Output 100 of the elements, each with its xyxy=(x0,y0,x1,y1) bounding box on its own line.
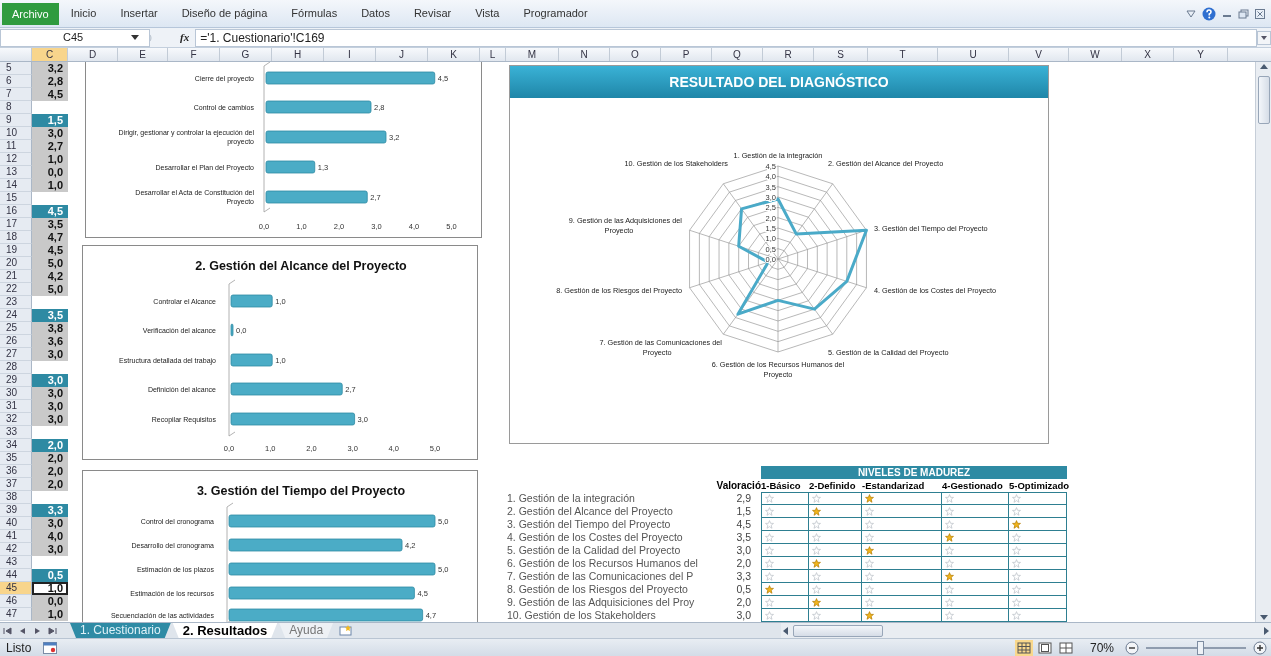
column-header[interactable]: E xyxy=(118,48,168,61)
insert-function-button[interactable]: fx xyxy=(152,29,196,46)
score-cell[interactable]: 2,0 xyxy=(32,478,68,491)
first-sheet-icon[interactable] xyxy=(3,627,12,635)
score-cell[interactable]: 0,0 xyxy=(32,166,68,179)
row-header[interactable]: 16 xyxy=(0,205,32,218)
next-sheet-icon[interactable] xyxy=(33,627,42,635)
score-cell[interactable]: 3,2 xyxy=(32,62,68,75)
score-cell[interactable]: 5,0 xyxy=(32,257,68,270)
score-cell[interactable]: 1,0 xyxy=(32,608,68,621)
column-header[interactable]: W xyxy=(1069,48,1122,61)
score-cell[interactable]: 0,0 xyxy=(32,595,68,608)
row-header[interactable]: 40 xyxy=(0,517,32,530)
row-header[interactable]: 11 xyxy=(0,140,32,153)
column-header[interactable]: R xyxy=(763,48,814,61)
row-header[interactable]: 39 xyxy=(0,504,32,517)
page-break-view-button[interactable] xyxy=(1056,639,1075,656)
row-header[interactable]: 34 xyxy=(0,439,32,452)
score-cell[interactable]: 1,0 xyxy=(32,582,68,595)
row-header[interactable]: 10 xyxy=(0,127,32,140)
row-header[interactable]: 15 xyxy=(0,192,32,205)
row-header[interactable]: 35 xyxy=(0,452,32,465)
row-header[interactable]: 42 xyxy=(0,543,32,556)
row-header[interactable]: 19 xyxy=(0,244,32,257)
column-header[interactable]: T xyxy=(868,48,938,61)
row-header[interactable]: 46 xyxy=(0,595,32,608)
column-header[interactable]: Y xyxy=(1174,48,1228,61)
score-cell[interactable]: 2,8 xyxy=(32,75,68,88)
score-cell[interactable]: 3,0 xyxy=(32,127,68,140)
row-header[interactable]: 7 xyxy=(0,88,32,101)
row-header[interactable]: 17 xyxy=(0,218,32,231)
score-cell[interactable]: 3,0 xyxy=(32,400,68,413)
score-cell[interactable]: 2,0 xyxy=(32,465,68,478)
score-cell[interactable]: 4,5 xyxy=(32,88,68,101)
column-header[interactable]: O xyxy=(610,48,661,61)
caret-icon[interactable] xyxy=(131,34,140,41)
ribbon-tab[interactable]: Vista xyxy=(463,5,512,22)
row-header[interactable]: 23 xyxy=(0,296,32,309)
row-header[interactable]: 25 xyxy=(0,322,32,335)
row-header[interactable]: 13 xyxy=(0,166,32,179)
column-header[interactable]: H xyxy=(272,48,324,61)
page-layout-view-button[interactable] xyxy=(1035,639,1054,656)
column-header[interactable]: C xyxy=(32,48,68,61)
row-header[interactable]: 26 xyxy=(0,335,32,348)
column-header[interactable]: Q xyxy=(712,48,763,61)
ribbon-tab[interactable]: Revisar xyxy=(401,5,464,22)
score-cell[interactable]: 3,6 xyxy=(32,335,68,348)
score-cell[interactable]: 4,7 xyxy=(32,231,68,244)
score-cell[interactable]: 3,0 xyxy=(32,387,68,400)
column-header[interactable]: L xyxy=(480,48,506,61)
column-header[interactable]: V xyxy=(1009,48,1069,61)
score-cell[interactable]: 2,0 xyxy=(32,452,68,465)
ribbon-tab[interactable]: Fórmulas xyxy=(279,5,350,22)
expand-icon[interactable] xyxy=(1257,30,1271,45)
scrollbar-thumb[interactable] xyxy=(793,624,883,637)
name-box[interactable]: C45 xyxy=(0,28,150,47)
close-icon[interactable] xyxy=(1255,8,1265,19)
row-header[interactable]: 8 xyxy=(0,101,32,114)
score-cell[interactable]: 3,0 xyxy=(32,348,68,361)
last-sheet-icon[interactable] xyxy=(48,627,57,635)
vertical-scrollbar[interactable] xyxy=(1255,62,1271,622)
column-header[interactable]: U xyxy=(938,48,1009,61)
row-header[interactable]: 28 xyxy=(0,361,32,374)
score-cell[interactable]: 1,0 xyxy=(32,179,68,192)
ribbon-tab[interactable]: Insertar xyxy=(108,5,170,22)
section-score-cell[interactable]: 3,0 xyxy=(32,374,68,387)
row-header[interactable]: 21 xyxy=(0,270,32,283)
column-header[interactable]: F xyxy=(168,48,220,61)
column-header[interactable]: N xyxy=(559,48,610,61)
section-score-cell[interactable]: 0,5 xyxy=(32,569,68,582)
row-header[interactable]: 9 xyxy=(0,114,32,127)
row-header[interactable]: 31 xyxy=(0,400,32,413)
row-header[interactable]: 18 xyxy=(0,231,32,244)
sheet-tab[interactable]: Ayuda xyxy=(279,623,334,638)
restore-icon[interactable] xyxy=(1238,8,1249,19)
macro-record-icon[interactable] xyxy=(43,641,58,654)
row-header[interactable]: 24 xyxy=(0,309,32,322)
section-score-cell[interactable]: 3,3 xyxy=(32,504,68,517)
score-cell[interactable]: 2,7 xyxy=(32,140,68,153)
sheet-tab[interactable]: 2. Resultados xyxy=(172,623,278,638)
ribbon-tab[interactable]: Programador xyxy=(511,5,600,22)
score-cell[interactable]: 5,0 xyxy=(32,283,68,296)
row-header[interactable]: 47 xyxy=(0,608,32,621)
zoom-in-icon[interactable] xyxy=(1253,640,1267,655)
row-header[interactable]: 41 xyxy=(0,530,32,543)
row-header[interactable]: 43 xyxy=(0,556,32,569)
column-header[interactable]: D xyxy=(68,48,118,61)
column-header[interactable]: P xyxy=(661,48,712,61)
file-tab[interactable]: Archivo xyxy=(2,2,59,25)
row-header[interactable]: 33 xyxy=(0,426,32,439)
row-header[interactable]: 5 xyxy=(0,62,32,75)
column-header[interactable]: X xyxy=(1122,48,1174,61)
score-cell[interactable]: 3,0 xyxy=(32,517,68,530)
scroll-left-icon[interactable] xyxy=(781,625,791,636)
row-header[interactable]: 12 xyxy=(0,153,32,166)
section-score-cell[interactable]: 4,5 xyxy=(32,205,68,218)
section-score-cell[interactable]: 3,5 xyxy=(32,309,68,322)
column-header[interactable]: I xyxy=(324,48,376,61)
score-cell[interactable]: 4,5 xyxy=(32,244,68,257)
column-header[interactable]: S xyxy=(814,48,868,61)
